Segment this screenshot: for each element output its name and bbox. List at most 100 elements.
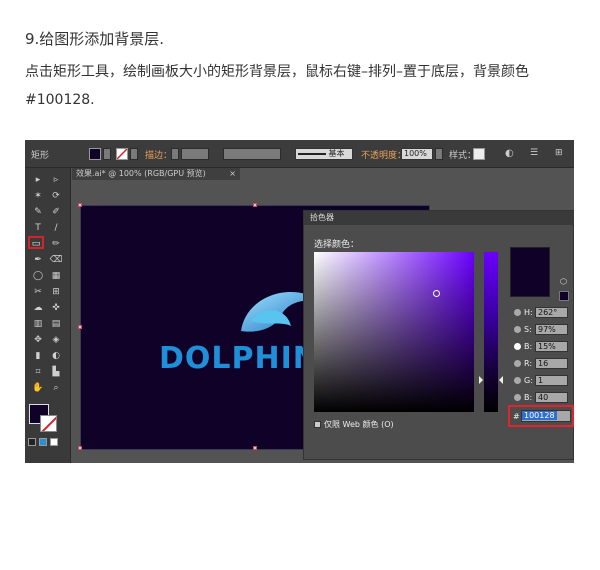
perspective-grid-tool-icon[interactable]: ✜ [48, 302, 64, 315]
brush-stroke-preview [298, 152, 326, 155]
hue-radio[interactable] [514, 309, 521, 316]
lasso-tool-icon[interactable]: ⟳ [48, 190, 64, 203]
green-field[interactable]: G: 1 [514, 375, 574, 387]
stroke-dropdown[interactable] [130, 148, 138, 160]
variable-width-dropdown[interactable] [223, 148, 281, 160]
stroke-weight-input[interactable] [181, 148, 209, 160]
stroke-weight-stepper[interactable] [171, 148, 179, 160]
selection-handle[interactable] [253, 203, 257, 207]
field-label: G: [524, 376, 533, 385]
hue-slider[interactable] [484, 252, 498, 412]
field-label: B: [524, 342, 533, 351]
selection-tool-icon[interactable]: ▸ [30, 174, 46, 187]
style-label: 样式： [449, 151, 477, 161]
field-input[interactable]: 262° [535, 307, 568, 318]
color-picker-dialog: 拾色器 选择颜色： ⬡ H: 262° S: 97% B: 15% R: 16 … [303, 210, 574, 460]
column-graph-tool-icon[interactable]: ◐ [48, 350, 64, 363]
mesh-tool-icon[interactable]: ▥ [30, 318, 46, 331]
close-icon[interactable]: × [229, 168, 236, 180]
paintbrush-tool-icon[interactable]: ✏ [48, 238, 64, 251]
control-bar: 矩形 描边： 基本 不透明度： 100% 样式： ◐ ☰ ⊞ [25, 140, 574, 168]
eyedropper-tool-icon[interactable]: ✥ [30, 334, 46, 347]
hex-value: 100128 [522, 411, 557, 420]
selection-handle[interactable] [78, 203, 82, 207]
style-swatch[interactable] [473, 148, 485, 160]
field-input[interactable]: 15% [535, 341, 568, 352]
zoom-tool-icon[interactable]: ⌕ [48, 382, 64, 395]
document-tab[interactable]: 效果.ai* @ 100% (RGB/GPU 预览) × [72, 168, 240, 180]
hue-slider-arrow-right[interactable] [499, 376, 503, 384]
saturation-radio[interactable] [514, 326, 521, 333]
stroke-label[interactable]: 描边： [145, 148, 172, 161]
green-radio[interactable] [514, 377, 521, 384]
saturation-field[interactable]: S: 97% [514, 324, 574, 336]
current-color-swatch [510, 247, 550, 297]
saturation-brightness-field[interactable] [314, 252, 474, 412]
logo-text: DOLPHIN [159, 341, 319, 376]
hue-slider-arrow-left[interactable] [479, 376, 483, 384]
scale-tool-icon[interactable]: ▦ [48, 270, 64, 283]
hand-tool-icon[interactable]: ✋ [30, 382, 46, 395]
magic-wand-tool-icon[interactable]: ✶ [30, 190, 46, 203]
field-input[interactable]: 16 [535, 358, 568, 369]
brightness-radio[interactable] [514, 343, 521, 350]
selection-handle[interactable] [253, 446, 257, 450]
red-field[interactable]: R: 16 [514, 358, 574, 370]
scissors-tool-icon[interactable]: ✂ [30, 286, 46, 299]
shape-builder-tool-icon[interactable]: ☁ [30, 302, 46, 315]
hex-color-input[interactable]: 100128 [521, 410, 571, 422]
pencil-tool-icon[interactable]: ✒ [30, 254, 46, 267]
selection-handle[interactable] [78, 325, 82, 329]
transform-icon[interactable]: ⊞ [555, 148, 563, 158]
field-input[interactable]: 40 [535, 392, 568, 403]
web-only-checkbox[interactable] [314, 421, 321, 428]
slice-tool-icon[interactable]: ▙ [48, 366, 64, 379]
eraser-tool-icon[interactable]: ⌫ [48, 254, 64, 267]
rectangle-tool-icon[interactable]: ▭ [28, 236, 44, 249]
field-label: H: [524, 308, 533, 317]
field-label: B: [524, 393, 533, 402]
web-safe-swatch[interactable] [559, 291, 569, 301]
none-mode-button[interactable] [50, 438, 58, 446]
no-stroke-icon [41, 416, 56, 431]
field-input[interactable]: 1 [535, 375, 568, 386]
curvature-tool-icon[interactable]: ✐ [48, 206, 64, 219]
free-transform-tool-icon[interactable]: ⊞ [48, 286, 64, 299]
direct-selection-tool-icon[interactable]: ▹ [48, 174, 64, 187]
selection-handle[interactable] [78, 446, 82, 450]
brush-label: 基本 [328, 149, 345, 158]
cube-icon[interactable]: ⬡ [560, 277, 567, 286]
brush-dropdown[interactable]: 基本 [295, 148, 353, 160]
opacity-dropdown[interactable] [435, 148, 443, 160]
pen-tool-icon[interactable]: ✎ [30, 206, 46, 219]
blend-tool-icon[interactable]: ◈ [48, 334, 64, 347]
gradient-mode-button[interactable] [39, 438, 47, 446]
blue-field[interactable]: B: 40 [514, 392, 574, 404]
stroke-swatch[interactable] [116, 148, 128, 160]
symbol-sprayer-tool-icon[interactable]: ▮ [30, 350, 46, 363]
align-icon[interactable]: ☰ [530, 148, 538, 158]
fill-dropdown[interactable] [103, 148, 111, 160]
blue-radio[interactable] [514, 394, 521, 401]
opacity-label[interactable]: 不透明度： [361, 148, 406, 161]
field-input[interactable]: 97% [535, 324, 568, 335]
type-tool-icon[interactable]: T [30, 222, 46, 235]
rotate-tool-icon[interactable]: ◯ [30, 270, 46, 283]
stroke-color-swatch[interactable] [40, 415, 57, 432]
brightness-field[interactable]: B: 15% [514, 341, 574, 353]
hex-prefix: # [513, 412, 520, 421]
step-description: 点击矩形工具，绘制画板大小的矩形背景层，鼠标右键–排列–置于底层，背景颜色#10… [25, 64, 529, 108]
web-only-option[interactable]: 仅限 Web 颜色 (O) [314, 419, 394, 430]
recolor-icon[interactable]: ◐ [505, 148, 514, 159]
dialog-title: 拾色器 [304, 211, 574, 225]
artboard-tool-icon[interactable]: ⌗ [30, 366, 46, 379]
red-radio[interactable] [514, 360, 521, 367]
line-tool-icon[interactable]: / [48, 222, 64, 235]
field-label: R: [524, 359, 533, 368]
color-mode-button[interactable] [28, 438, 36, 446]
opacity-input[interactable]: 100% [401, 148, 433, 160]
hue-field[interactable]: H: 262° [514, 307, 574, 319]
gradient-tool-icon[interactable]: ▤ [48, 318, 64, 331]
fill-swatch[interactable] [89, 148, 101, 160]
color-cursor[interactable] [433, 290, 440, 297]
